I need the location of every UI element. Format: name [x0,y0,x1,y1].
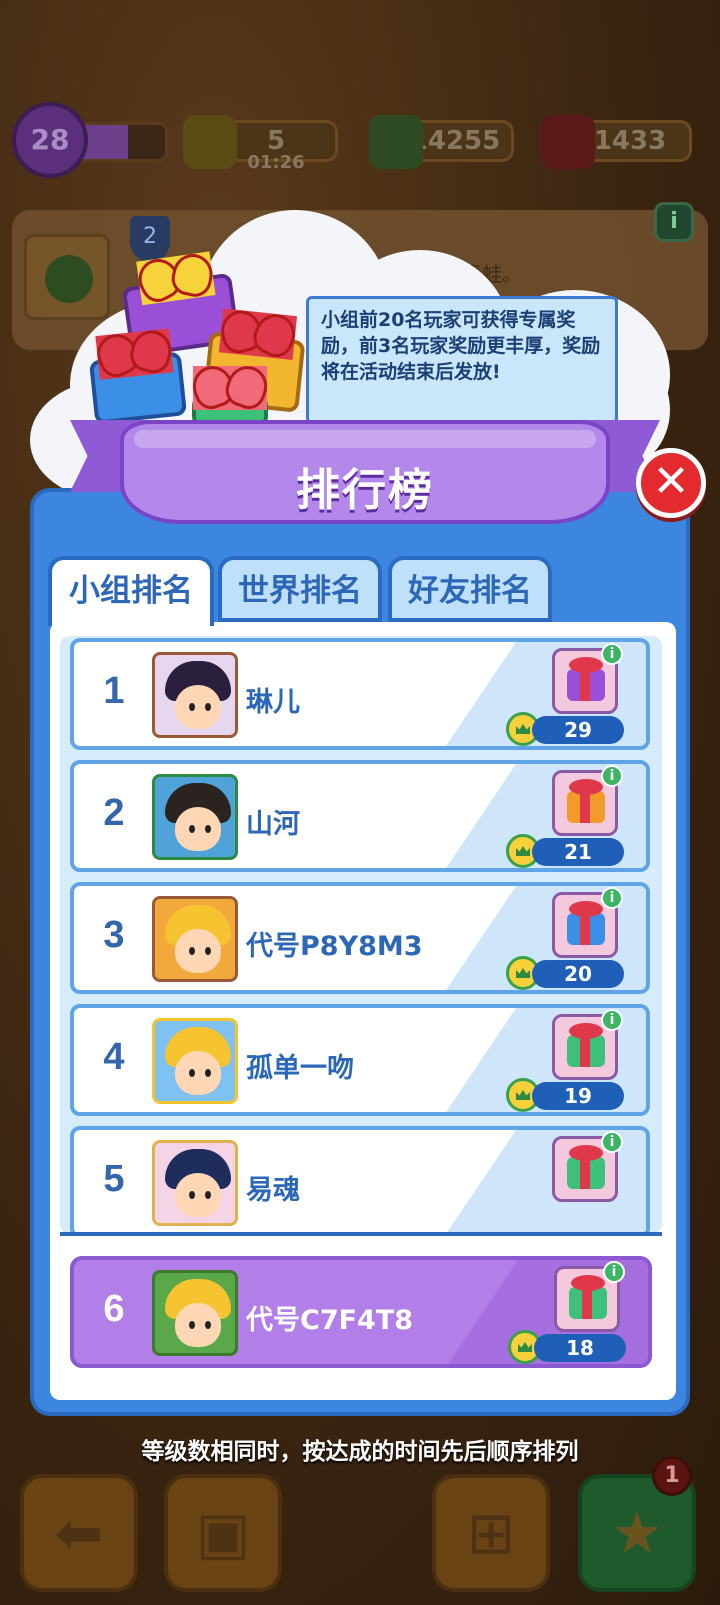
blue-gift-icon [88,328,188,425]
tab-world-ranking[interactable]: 世界排名 [218,556,382,622]
arrow-left-icon: ⬅ [54,1499,104,1567]
list-divider [60,1232,662,1236]
player-name: 孤单一吻 [246,1053,354,1084]
avatar[interactable] [152,774,238,860]
top-resource-bar: 28 5 01:26 14255 1433 [0,102,720,178]
gem-counter[interactable]: 1433 [541,115,692,169]
score-value: 21 [532,838,624,866]
ruby-icon [541,115,595,169]
energy-counter[interactable]: 5 01:26 [183,115,338,173]
ranking-row[interactable]: 5 易魂 i [70,1126,650,1234]
player-name: 易魂 [246,1175,300,1206]
ranking-row[interactable]: 2 山河 i 21 [70,760,650,872]
energy-timer: 01:26 [247,152,305,173]
my-ranking-row[interactable]: 6 代号C7F4T8 i 18 [70,1256,652,1368]
score-value: 29 [532,716,624,744]
rank-number: 4 [103,1036,125,1078]
gem-value: 1433 [593,126,667,156]
info-icon[interactable]: i [601,887,623,909]
back-button[interactable]: ⬅ [20,1474,138,1592]
level-badge: 28 [12,102,88,178]
frog-slot [24,234,110,320]
tab-group-ranking[interactable]: 小组排名 [48,556,214,626]
reward-gift-button[interactable]: i [552,765,623,836]
avatar[interactable] [152,652,238,738]
ranking-rule-note: 等级数相同时，按达成的时间先后顺序排列 [141,1439,579,1465]
rank-number: 6 [103,1288,125,1330]
score-value: 19 [532,1082,624,1110]
cash-counter[interactable]: 14255 [369,115,514,169]
reward-gift-button[interactable]: i [552,1009,623,1080]
backpack-icon: ▣ [195,1499,251,1567]
reward-gift-button[interactable]: i [554,1261,625,1332]
shield-badge: 2 [130,216,170,262]
player-name: 代号C7F4T8 [246,1305,414,1336]
info-icon[interactable]: i [601,1009,623,1031]
reward-tooltip: 小组前20名玩家可获得专属奖励，前3名玩家奖励更丰厚，奖励将在活动结束后发放! [306,296,618,424]
avatar[interactable] [152,896,238,982]
rank-number: 3 [103,914,125,956]
info-icon[interactable]: i [601,643,623,665]
close-button[interactable]: ✕ [636,448,706,518]
tab-friend-ranking[interactable]: 好友排名 [388,556,552,622]
close-icon: ✕ [652,456,690,507]
backpack-button[interactable]: ▣ [164,1474,282,1592]
panel-title: 排行榜 [296,465,434,516]
info-icon[interactable]: i [603,1261,625,1283]
info-icon[interactable]: i [601,1131,623,1153]
cash-value: 14255 [409,126,501,156]
level-progress [80,122,168,162]
rank-number: 2 [103,792,125,834]
title-ribbon: 排行榜 [70,420,660,530]
ranking-list[interactable]: 1 琳儿 i 29 2 山河 i 21 3 代号P8Y8M3 i 20 4 孤单… [60,636,662,1234]
avatar[interactable] [152,1140,238,1226]
score-value: 18 [534,1334,626,1362]
reward-gift-button[interactable]: i [552,887,623,958]
rank-number: 1 [103,670,125,712]
avatar[interactable] [152,1270,238,1356]
basket-icon: ⊞ [466,1499,516,1567]
ranking-row[interactable]: 1 琳儿 i 29 [70,638,650,750]
ranking-row[interactable]: 4 孤单一吻 i 19 [70,1004,650,1116]
player-name: 琳儿 [246,687,300,718]
basket-button[interactable]: ⊞ [432,1474,550,1592]
rank-number: 5 [103,1158,125,1200]
info-button[interactable]: i [654,202,694,242]
info-icon[interactable]: i [601,765,623,787]
cash-icon [369,115,423,169]
player-name: 代号P8Y8M3 [246,931,423,962]
player-name: 山河 [246,809,300,840]
avatar[interactable] [152,1018,238,1104]
bottom-toolbar: ⬅ ▣ ⊞ ★ 1 [0,1456,720,1605]
ranking-row[interactable]: 3 代号P8Y8M3 i 20 [70,882,650,994]
reward-gift-button[interactable]: i [552,643,623,714]
score-value: 20 [532,960,624,988]
frog-icon [45,255,93,303]
reward-gift-button[interactable]: i [552,1131,623,1202]
